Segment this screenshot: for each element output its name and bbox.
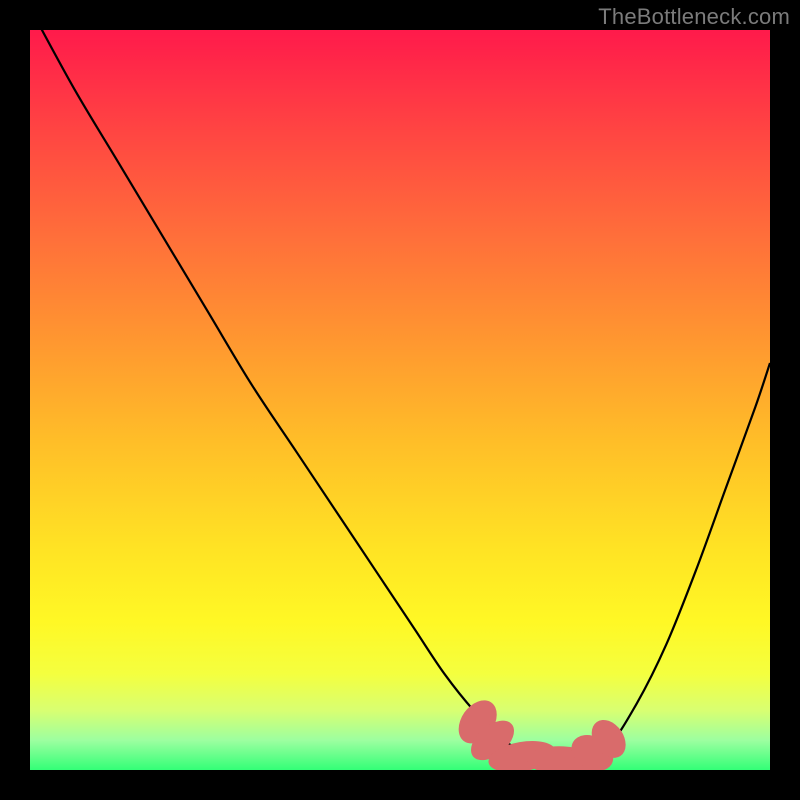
plot-area (30, 30, 770, 770)
curve-svg (30, 30, 770, 770)
chart-frame: TheBottleneck.com (0, 0, 800, 800)
bottleneck-curve (30, 30, 770, 764)
attribution-text: TheBottleneck.com (598, 4, 790, 30)
optimal-range-markers (451, 693, 633, 770)
